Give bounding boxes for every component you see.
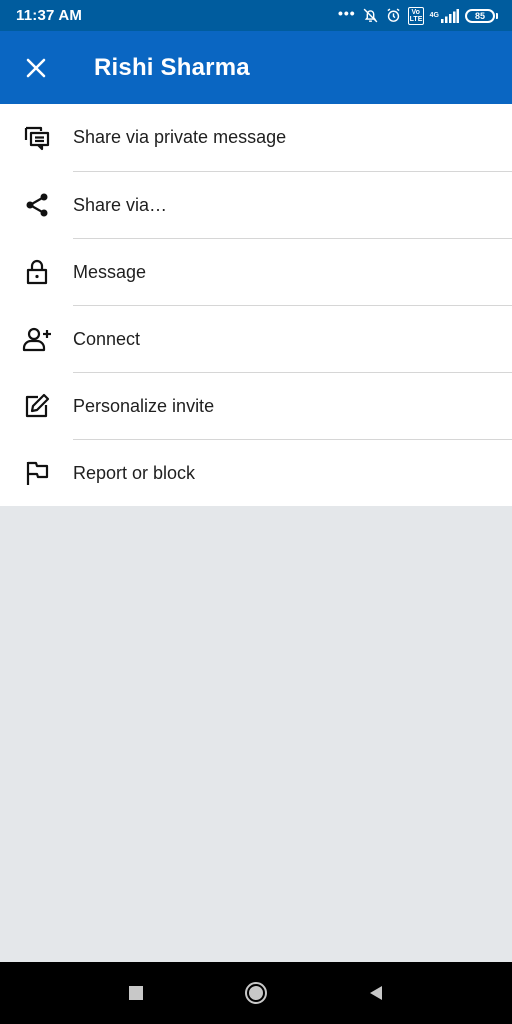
menu-item-label: Report or block (73, 439, 512, 506)
home-button[interactable] (236, 973, 276, 1013)
volte-icon: Vo LTE (407, 6, 424, 25)
close-button[interactable] (0, 31, 72, 104)
battery-icon: 85 (465, 8, 498, 23)
menu-item-report-block[interactable]: Report or block (0, 439, 512, 506)
recents-icon (129, 986, 143, 1000)
status-bar: 11:37 AM ••• Vo LTE 4G 85 (0, 0, 512, 31)
battery-level: 85 (465, 8, 495, 23)
back-icon (370, 986, 382, 1000)
signal-icon (441, 8, 459, 23)
menu-item-label: Share via… (73, 171, 512, 238)
status-icons: ••• Vo LTE 4G 85 (337, 4, 498, 25)
action-menu: Share via private message Share via… Mes… (0, 104, 512, 506)
menu-item-share-via[interactable]: Share via… (0, 171, 512, 238)
menu-item-personalize-invite[interactable]: Personalize invite (0, 372, 512, 439)
home-icon (245, 982, 267, 1004)
lock-icon (0, 238, 73, 305)
menu-item-share-private-message[interactable]: Share via private message (0, 104, 512, 171)
share-icon (0, 171, 73, 238)
menu-item-label: Personalize invite (73, 372, 512, 439)
edit-icon (0, 372, 73, 439)
menu-item-message[interactable]: Message (0, 238, 512, 305)
chat-bubbles-icon (0, 104, 73, 171)
page-title: Rishi Sharma (94, 53, 250, 81)
overflow-dots-icon: ••• (337, 4, 356, 21)
close-icon (26, 58, 46, 77)
network-type-label: 4G (429, 11, 439, 19)
add-person-icon (0, 305, 73, 372)
menu-item-connect[interactable]: Connect (0, 305, 512, 372)
menu-item-label: Share via private message (73, 127, 287, 147)
system-nav-bar (0, 962, 512, 1024)
flag-icon (0, 439, 73, 506)
app-bar: Rishi Sharma (0, 31, 512, 104)
alarm-off-icon (362, 7, 379, 24)
back-button[interactable] (356, 973, 396, 1013)
recents-button[interactable] (116, 973, 156, 1013)
menu-item-label: Connect (73, 305, 512, 372)
status-time: 11:37 AM (16, 7, 83, 24)
menu-item-label: Message (73, 238, 512, 305)
alarm-clock-icon (385, 7, 402, 24)
battery-tip (496, 12, 498, 19)
